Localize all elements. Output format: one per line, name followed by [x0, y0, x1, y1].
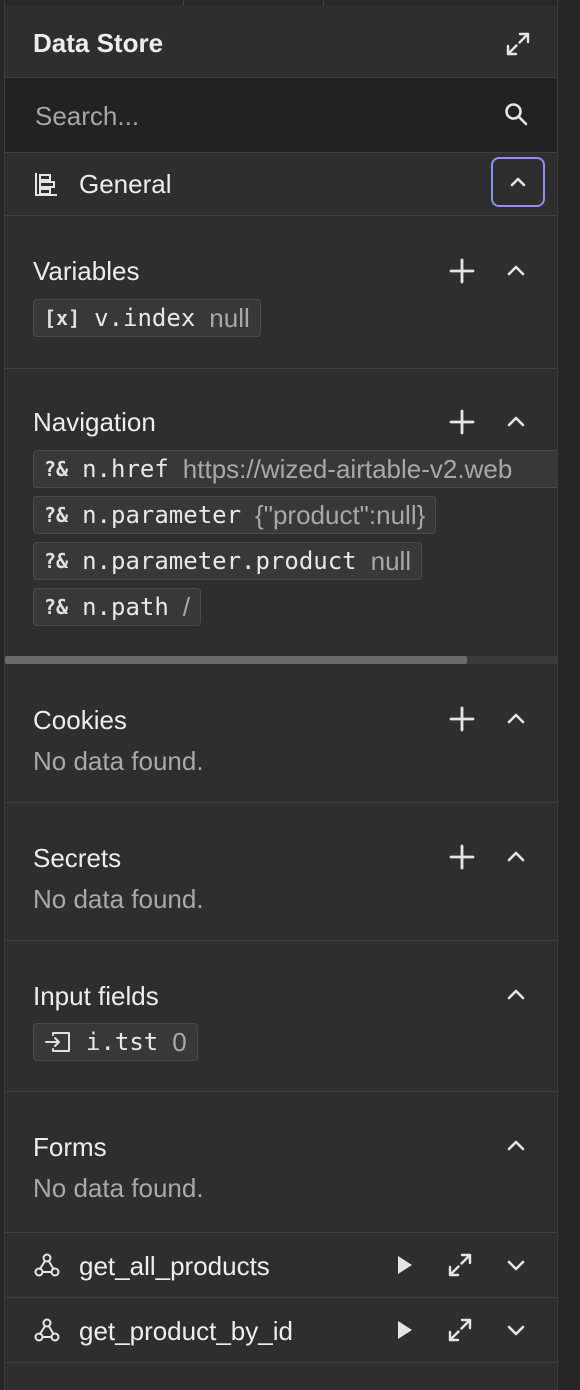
navigation-chip[interactable]: ?& n.path /: [33, 588, 202, 626]
expand-icon[interactable]: [447, 1252, 473, 1278]
webhook-icon: [33, 1316, 61, 1344]
navigation-key: n.path: [82, 593, 169, 621]
panel-header: Data Store: [5, 6, 557, 78]
input-icon: [44, 1030, 72, 1054]
secrets-section: Secrets No data found.: [5, 803, 557, 941]
cookies-collapse-button[interactable]: [503, 706, 529, 732]
navigation-chip[interactable]: ?& n.parameter.product null: [33, 542, 423, 580]
query-icon: ?&: [44, 549, 69, 573]
scrollbar-thumb[interactable]: [5, 656, 467, 664]
navigation-key: n.parameter.product: [82, 547, 357, 575]
general-collapse-button[interactable]: [491, 157, 545, 207]
navigation-chip[interactable]: ?& n.href https://wized-airtable-v2.web: [33, 450, 557, 488]
general-label: General: [79, 169, 172, 199]
search-input[interactable]: [33, 96, 487, 136]
add-navigation-button[interactable]: [449, 409, 475, 435]
plus-icon: [449, 409, 475, 435]
variable-icon: [x]: [44, 306, 81, 330]
input-fields-title: Input fields: [33, 981, 159, 1011]
input-field-value: 0: [172, 1026, 187, 1057]
cookies-title: Cookies: [33, 705, 127, 735]
play-icon[interactable]: [391, 1317, 417, 1343]
navigation-section: Navigation ?& n.href https://wized-airta…: [5, 369, 557, 656]
input-fields-collapse-button[interactable]: [503, 982, 529, 1008]
variable-chip[interactable]: [x] v.index null: [33, 299, 261, 337]
forms-section: Forms No data found.: [5, 1092, 557, 1233]
navigation-key: n.parameter: [82, 501, 242, 529]
variable-key: v.index: [94, 304, 196, 332]
navigation-value: null: [370, 545, 412, 576]
query-icon: ?&: [44, 595, 69, 619]
tree-structure-icon: [33, 171, 59, 197]
variables-section: Variables [x] v.index null: [5, 216, 557, 369]
chevron-down-icon[interactable]: [503, 1252, 529, 1278]
query-icon: ?&: [44, 457, 69, 481]
navigation-collapse-button[interactable]: [503, 409, 529, 435]
general-section-header[interactable]: General: [5, 153, 557, 216]
navigation-title: Navigation: [33, 407, 156, 437]
navigation-chip[interactable]: ?& n.parameter {"product":null}: [33, 496, 437, 534]
request-row[interactable]: get_product_by_id: [5, 1298, 557, 1363]
variables-title: Variables: [33, 256, 140, 286]
chevron-up-icon: [507, 713, 525, 724]
navigation-value: https://wized-airtable-v2.web: [182, 453, 513, 484]
horizontal-scrollbar[interactable]: [5, 656, 557, 664]
expand-icon[interactable]: [505, 31, 531, 57]
data-store-panel: Data Store General Variab: [4, 0, 558, 1390]
forms-empty-text: No data found.: [33, 1173, 204, 1203]
chevron-up-icon: [507, 851, 525, 862]
play-icon[interactable]: [391, 1252, 417, 1278]
cookies-empty-text: No data found.: [33, 746, 204, 776]
secrets-title: Secrets: [33, 843, 122, 873]
secrets-collapse-button[interactable]: [503, 844, 529, 870]
plus-icon: [449, 258, 475, 284]
add-cookie-button[interactable]: [449, 706, 475, 732]
secrets-empty-text: No data found.: [33, 884, 204, 914]
plus-icon: [449, 706, 475, 732]
plus-icon: [449, 844, 475, 870]
webhook-icon: [33, 1251, 61, 1279]
query-icon: ?&: [44, 503, 69, 527]
cookies-section: Cookies No data found.: [5, 664, 557, 803]
add-variable-button[interactable]: [449, 258, 475, 284]
chevron-up-icon: [507, 265, 525, 276]
input-field-key: i.tst: [86, 1028, 159, 1056]
request-row[interactable]: get_all_products: [5, 1233, 557, 1298]
navigation-value: {"product":null}: [255, 499, 426, 530]
add-secret-button[interactable]: [449, 844, 475, 870]
search-bar: [5, 78, 557, 153]
search-icon[interactable]: [503, 101, 529, 127]
navigation-value: /: [182, 591, 191, 622]
request-name: get_product_by_id: [79, 1316, 293, 1346]
variables-collapse-button[interactable]: [503, 258, 529, 284]
input-field-chip[interactable]: i.tst 0: [33, 1023, 198, 1061]
chevron-up-icon: [510, 177, 526, 187]
forms-title: Forms: [33, 1132, 107, 1162]
expand-icon[interactable]: [447, 1317, 473, 1343]
chevron-up-icon: [507, 989, 525, 1000]
panel-title: Data Store: [33, 28, 164, 58]
forms-collapse-button[interactable]: [503, 1133, 529, 1159]
variable-value: null: [209, 302, 250, 333]
chevron-down-icon[interactable]: [503, 1317, 529, 1343]
input-fields-section: Input fields i.tst 0: [5, 941, 557, 1092]
navigation-key: n.href: [82, 455, 169, 483]
chevron-up-icon: [507, 1140, 525, 1151]
request-name: get_all_products: [79, 1251, 270, 1281]
chevron-up-icon: [507, 416, 525, 427]
